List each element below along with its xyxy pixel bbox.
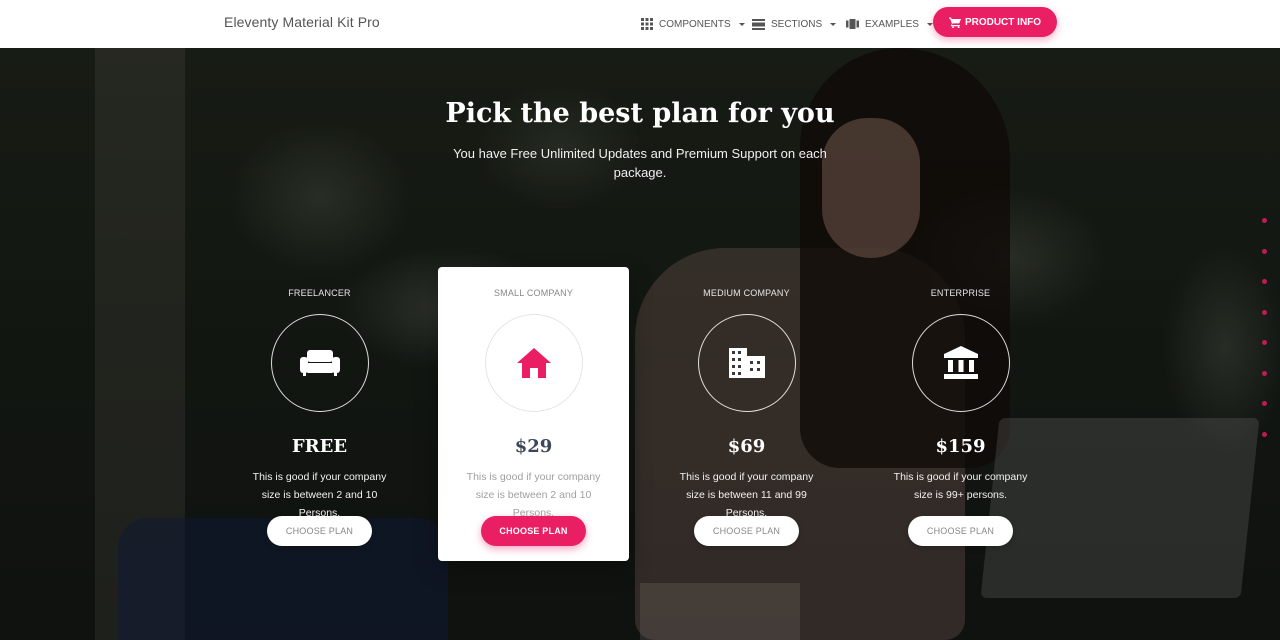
section-dot[interactable] <box>1262 401 1267 406</box>
navbar: Eleventy Material Kit Pro Components Sec… <box>0 0 1280 48</box>
section-dot[interactable] <box>1262 218 1267 223</box>
section-dot[interactable] <box>1262 248 1267 254</box>
nav-components-dropdown[interactable]: Components <box>641 16 745 32</box>
nav-examples-label: Examples <box>865 18 919 30</box>
pricing-card-small-company: Small Company $29 This is good if your c… <box>438 267 629 561</box>
plan-description: This is good if your company size is 99+… <box>893 471 1028 501</box>
plan-category: Medium Company <box>703 288 790 298</box>
page-subtitle: You have Free Unlimited Updates and Prem… <box>453 146 827 180</box>
section-dot[interactable] <box>1262 309 1267 315</box>
plan-icon-circle <box>698 314 796 412</box>
nav-components-label: Components <box>659 18 731 30</box>
chevron-down-icon <box>738 22 745 26</box>
pricing-card-medium-company: Medium Company $69 This is good if your … <box>651 267 842 561</box>
nav-sections-dropdown[interactable]: Sections <box>752 16 837 32</box>
apps-grid-icon <box>641 18 653 30</box>
plan-price: $69 <box>727 436 766 457</box>
pricing-card-enterprise: Enterprise $159 This is good if your com… <box>865 267 1056 561</box>
product-info-label: Product Info <box>964 16 1042 28</box>
home-icon <box>517 348 551 378</box>
product-info-button[interactable]: Product Info <box>933 7 1057 37</box>
choose-plan-button[interactable]: Choose Plan <box>267 516 372 546</box>
chevron-down-icon <box>926 22 933 26</box>
plan-icon-circle <box>271 314 369 412</box>
nav-sections-label: Sections <box>771 18 823 30</box>
section-dot[interactable] <box>1262 340 1267 345</box>
shopping-cart-icon <box>948 17 961 28</box>
plan-category: Enterprise <box>930 288 991 298</box>
view-day-icon <box>752 18 765 30</box>
pricing-hero-section <box>0 48 1280 640</box>
plan-icon-circle <box>912 314 1010 412</box>
bank-icon <box>944 346 978 379</box>
plan-price: $29 <box>514 436 553 457</box>
brand-link[interactable]: Eleventy Material Kit Pro <box>224 14 380 30</box>
plan-category: Small Company <box>493 288 574 298</box>
chevron-down-icon <box>830 22 837 26</box>
plan-category: Freelancer <box>288 288 351 298</box>
plan-price: FREE <box>291 436 348 457</box>
pricing-card-freelancer: Freelancer FREE This is good if your com… <box>224 267 415 561</box>
background-dark-overlay <box>0 48 1280 640</box>
couch-icon <box>300 350 340 376</box>
view-carousel-icon <box>846 19 859 29</box>
choose-plan-button[interactable]: Choose Plan <box>481 516 586 546</box>
nav-examples-dropdown[interactable]: Examples <box>846 16 933 32</box>
section-dot[interactable] <box>1262 431 1267 437</box>
plan-description: This is good if your company size is bet… <box>679 471 814 519</box>
plan-price: $159 <box>935 436 986 457</box>
plan-description: This is good if your company size is bet… <box>252 471 387 519</box>
plan-description: This is good if your company size is bet… <box>466 471 601 519</box>
business-icon <box>729 348 765 378</box>
section-dot-navigation <box>1262 218 1267 462</box>
choose-plan-button[interactable]: Choose Plan <box>908 516 1013 546</box>
page-title: Pick the best plan for you <box>445 98 835 129</box>
section-dot[interactable] <box>1262 279 1267 284</box>
section-dot[interactable] <box>1262 370 1267 376</box>
plan-icon-circle <box>485 314 583 412</box>
choose-plan-button[interactable]: Choose Plan <box>694 516 799 546</box>
